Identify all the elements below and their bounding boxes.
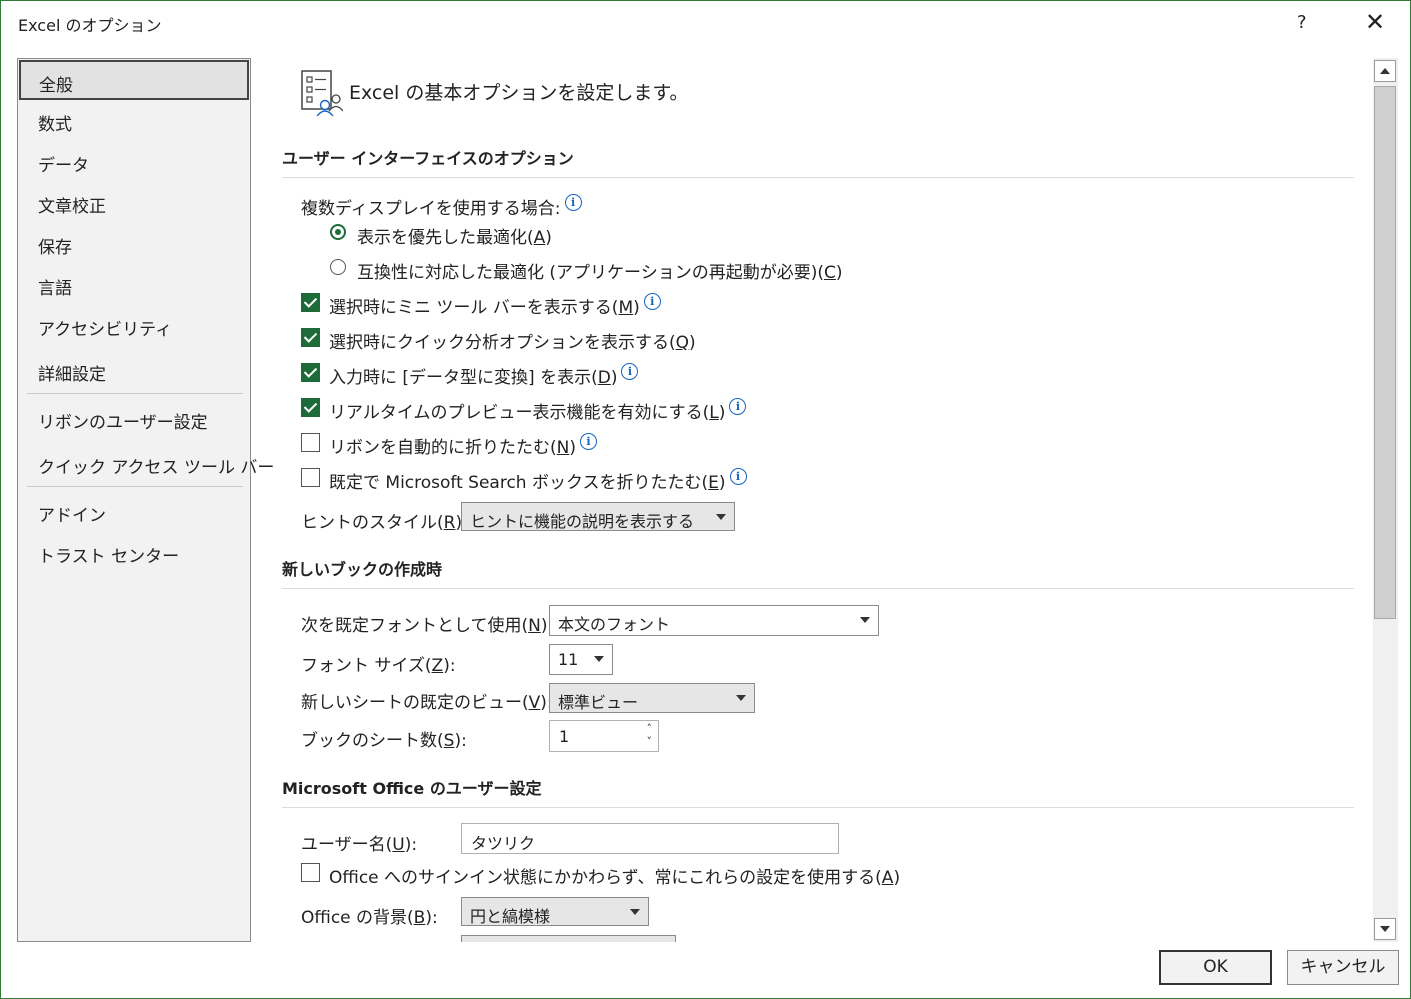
radio-optimize-appearance[interactable] bbox=[330, 224, 346, 240]
section-divider bbox=[282, 807, 1354, 808]
checkbox-always-use-settings[interactable] bbox=[301, 863, 320, 882]
info-icon[interactable]: i bbox=[564, 194, 582, 211]
scroll-up-button[interactable] bbox=[1374, 60, 1396, 82]
checkbox-collapse-search-label[interactable]: 既定で Microsoft Search ボックスを折りたたむ(E) i bbox=[329, 468, 747, 493]
office-theme-select[interactable] bbox=[461, 935, 676, 942]
general-options-panel: Excel の基本オプションを設定します。 ユーザー インターフェイスのオプショ… bbox=[253, 58, 1371, 942]
default-font-label: 次を既定フォントとして使用(N): bbox=[301, 616, 554, 636]
sidebar-item-language[interactable]: 言語 bbox=[38, 274, 72, 299]
info-icon[interactable]: i bbox=[621, 363, 639, 380]
general-options-icon bbox=[301, 70, 343, 116]
sidebar-item-data[interactable]: データ bbox=[38, 151, 89, 176]
radio-optimize-compatibility-label[interactable]: 互換性に対応した最適化 (アプリケーションの再起動が必要)(C) bbox=[357, 258, 842, 283]
default-font-select[interactable]: 本文のフォント bbox=[549, 605, 879, 636]
checkbox-convert-data-type[interactable] bbox=[301, 363, 320, 382]
chevron-down-icon bbox=[716, 514, 726, 520]
font-size-select[interactable]: 11 bbox=[549, 644, 613, 675]
sidebar-item-customize-ribbon[interactable]: リボンのユーザー設定 bbox=[38, 408, 208, 433]
office-background-label: Office の背景(B): bbox=[301, 908, 438, 928]
section-divider bbox=[282, 588, 1354, 589]
font-size-label: フォント サイズ(Z): bbox=[301, 656, 456, 676]
dialog-title: Excel のオプション bbox=[18, 16, 162, 35]
sheet-count-label: ブックのシート数(S): bbox=[301, 731, 467, 751]
username-label: ユーザー名(U): bbox=[301, 835, 418, 855]
cancel-button[interactable]: キャンセル bbox=[1287, 950, 1399, 985]
screentip-style-select[interactable]: ヒントに機能の説明を表示する bbox=[461, 502, 735, 531]
sidebar-item-general[interactable]: 全般 bbox=[19, 60, 249, 100]
radio-optimize-compatibility[interactable] bbox=[330, 259, 346, 275]
sidebar-item-quick-access-toolbar[interactable]: クイック アクセス ツール バー bbox=[38, 453, 274, 478]
checkbox-quick-analysis[interactable] bbox=[301, 328, 320, 347]
scroll-down-button[interactable] bbox=[1374, 918, 1396, 940]
checkbox-collapse-ribbon[interactable] bbox=[301, 433, 320, 452]
multi-display-label: 複数ディスプレイを使用する場合: i bbox=[301, 194, 582, 219]
section-divider bbox=[282, 177, 1354, 178]
sheet-count-stepper[interactable]: 1 ˄ ˅ bbox=[549, 720, 659, 752]
section-title-new-workbook: 新しいブックの作成時 bbox=[282, 560, 443, 579]
content-scrollbar[interactable] bbox=[1373, 58, 1398, 942]
triangle-up-icon bbox=[1380, 68, 1390, 74]
office-background-select[interactable]: 円と縞模様 bbox=[461, 897, 649, 926]
section-title-ui-options: ユーザー インターフェイスのオプション bbox=[282, 149, 574, 168]
checkbox-live-preview-label[interactable]: リアルタイムのプレビュー表示機能を有効にする(L) i bbox=[329, 398, 747, 423]
section-title-office-personalization: Microsoft Office のユーザー設定 bbox=[282, 779, 542, 798]
chevron-down-icon bbox=[594, 656, 604, 662]
checkbox-always-use-settings-label[interactable]: Office へのサインイン状態にかかわらず、常にこれらの設定を使用する(A) bbox=[329, 863, 900, 888]
info-icon[interactable]: i bbox=[580, 433, 597, 450]
chevron-down-icon bbox=[736, 695, 746, 701]
sidebar-divider bbox=[27, 393, 243, 394]
radio-optimize-appearance-label[interactable]: 表示を優先した最適化(A) bbox=[357, 223, 552, 248]
info-icon[interactable]: i bbox=[729, 468, 747, 485]
default-view-select[interactable]: 標準ビュー bbox=[549, 683, 755, 713]
info-icon[interactable]: i bbox=[643, 293, 661, 310]
default-view-label: 新しいシートの既定のビュー(V): bbox=[301, 693, 553, 713]
page-title: Excel の基本オプションを設定します。 bbox=[349, 82, 689, 104]
close-button[interactable]: ✕ bbox=[1365, 8, 1385, 36]
sidebar-item-formulas[interactable]: 数式 bbox=[38, 110, 72, 135]
checkbox-collapse-ribbon-label[interactable]: リボンを自動的に折りたたむ(N) i bbox=[329, 433, 597, 458]
chevron-down-icon bbox=[630, 909, 640, 915]
sidebar-divider bbox=[27, 486, 243, 487]
sidebar-item-advanced[interactable]: 詳細設定 bbox=[38, 360, 106, 385]
checkbox-quick-analysis-label[interactable]: 選択時にクイック分析オプションを表示する(Q) bbox=[329, 328, 696, 353]
sidebar-item-trust-center[interactable]: トラスト センター bbox=[38, 542, 179, 567]
info-icon[interactable]: i bbox=[729, 398, 747, 415]
username-input[interactable]: タツリク bbox=[461, 823, 839, 854]
checkbox-live-preview[interactable] bbox=[301, 398, 320, 417]
category-sidebar: 全般 数式 データ 文章校正 保存 言語 アクセシビリティ 詳細設定 リボンのユ… bbox=[17, 58, 274, 942]
help-button[interactable]: ? bbox=[1297, 12, 1307, 33]
sidebar-item-save[interactable]: 保存 bbox=[38, 233, 72, 258]
triangle-down-icon bbox=[1380, 926, 1390, 932]
chevron-up-icon[interactable]: ˄ bbox=[647, 722, 653, 735]
options-dialog: Excel のオプション ? ✕ 全般 数式 データ 文章校正 保存 言語 アク… bbox=[0, 0, 1411, 999]
sidebar-item-proofing[interactable]: 文章校正 bbox=[38, 192, 106, 217]
ok-button[interactable]: OK bbox=[1159, 950, 1272, 985]
checkbox-collapse-search[interactable] bbox=[301, 468, 320, 487]
checkbox-mini-toolbar[interactable] bbox=[301, 293, 320, 312]
chevron-down-icon bbox=[860, 617, 870, 623]
scrollbar-thumb[interactable] bbox=[1374, 86, 1396, 619]
checkbox-mini-toolbar-label[interactable]: 選択時にミニ ツール バーを表示する(M) i bbox=[329, 293, 661, 318]
chevron-down-icon[interactable]: ˅ bbox=[647, 735, 653, 748]
screentip-style-label: ヒントのスタイル(R): bbox=[301, 513, 468, 533]
sidebar-item-addins[interactable]: アドイン bbox=[38, 501, 106, 526]
sidebar-item-accessibility[interactable]: アクセシビリティ bbox=[38, 315, 172, 340]
checkbox-convert-data-type-label[interactable]: 入力時に [データ型に変換] を表示(D) i bbox=[329, 363, 639, 388]
